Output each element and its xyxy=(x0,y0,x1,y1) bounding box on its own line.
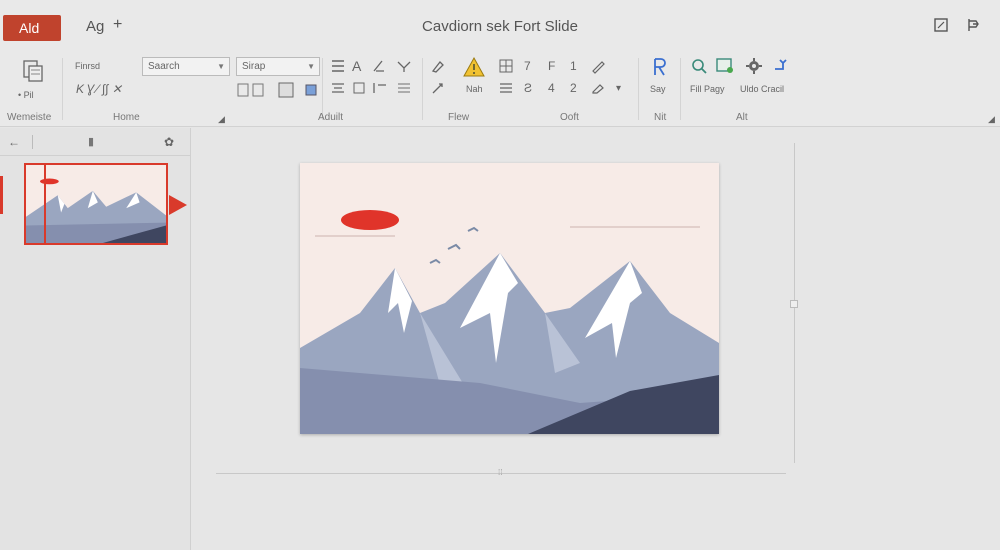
ruler-center-mark: ⁞⁞ xyxy=(498,468,503,477)
group-label-wemeiste: Wemeiste xyxy=(7,112,52,123)
gear-icon[interactable] xyxy=(745,57,763,78)
ribbon-separator xyxy=(422,58,423,120)
paste-caption: • Pil xyxy=(18,90,34,100)
ribbon-separator xyxy=(322,58,323,120)
search-dropdown[interactable]: Saarch ▼ xyxy=(142,57,230,76)
pencil-icon[interactable] xyxy=(590,58,606,77)
digit-two[interactable]: 2 xyxy=(570,81,577,95)
ribbon: • Pil Wemeiste Finrsd Saarch ▼ Sirap ▼ K Ɣ… xyxy=(0,52,1000,127)
ruler-handle[interactable] xyxy=(790,300,798,308)
sun-shape xyxy=(341,210,399,230)
warning-icon[interactable] xyxy=(462,56,486,81)
slide[interactable] xyxy=(300,163,719,434)
current-slide-arrow-icon xyxy=(169,195,187,215)
digit-six[interactable]: Ƨ xyxy=(524,81,532,95)
window-restore-icon[interactable] xyxy=(932,16,950,34)
thumbnail-toolbar: ← ▮ ✿ xyxy=(0,128,191,156)
toolbar-divider xyxy=(32,135,33,149)
group-label-flew: Flew xyxy=(448,112,470,123)
ribbon-separator xyxy=(638,58,639,120)
picture-icon[interactable] xyxy=(715,57,735,78)
ribbon-separator xyxy=(680,58,681,120)
group-label-nit: Nit xyxy=(654,112,667,123)
table-icon[interactable] xyxy=(498,58,514,77)
svg-text:A: A xyxy=(352,58,362,74)
pen-icon[interactable] xyxy=(430,80,446,99)
arrow-icon[interactable] xyxy=(772,57,790,78)
chevron-down-icon: ▼ xyxy=(307,62,315,71)
dialog-launcher-icon[interactable]: ◢ xyxy=(218,112,225,126)
select-cursor-icon[interactable] xyxy=(650,57,668,80)
chevron-down-icon: ▼ xyxy=(217,62,225,71)
slide-thumbnail-1[interactable] xyxy=(24,163,168,245)
font-label: Finrsd xyxy=(75,61,101,71)
digit-one[interactable]: 1 xyxy=(570,59,577,73)
list-icon[interactable] xyxy=(498,80,514,99)
thumbnail-mountain-image xyxy=(26,165,166,243)
paragraph-icons[interactable]: A xyxy=(330,58,420,77)
format-icons-row[interactable]: K Ɣ ⁄ ∫∫ ✕ xyxy=(76,82,122,96)
slide-thumbnails-pane: ← ▮ ✿ xyxy=(0,128,191,550)
slide-editing-canvas[interactable]: ⁞⁞ xyxy=(192,128,1000,550)
document-title: Cavdiorn sek Fort Slide xyxy=(422,18,578,35)
search-dropdown-value: Saarch xyxy=(148,61,180,72)
brush-icon[interactable] xyxy=(430,58,446,77)
window-pin-icon[interactable] xyxy=(964,16,982,34)
menu-icon[interactable]: ▮ xyxy=(88,135,94,149)
group-label-home: Home xyxy=(113,112,140,123)
digit-five[interactable]: F xyxy=(548,59,555,73)
digit-seven[interactable]: 7 xyxy=(524,59,531,73)
title-bar: Ald Ag + Cavdiorn sek Fort Slide xyxy=(0,0,1000,52)
digit-four[interactable]: 4 xyxy=(548,81,555,95)
size-dropdown-value: Sirap xyxy=(242,61,266,72)
group-label-ooft: Ooft xyxy=(560,112,579,123)
paste-icon[interactable] xyxy=(20,58,46,87)
active-slide-indicator xyxy=(0,176,3,214)
expand-icon[interactable]: ✿ xyxy=(164,135,174,149)
ribbon-separator xyxy=(62,58,63,120)
undo-caption: Uldo Cracil xyxy=(740,84,785,94)
thumbnail-number-gutter xyxy=(26,165,46,243)
size-dropdown[interactable]: Sirap ▼ xyxy=(236,57,320,76)
group-label-aduilt: Aduilt xyxy=(318,112,344,123)
font-style-icons[interactable] xyxy=(236,82,320,102)
mountain-illustration xyxy=(300,163,719,434)
eraser-icon[interactable] xyxy=(590,80,606,99)
group-label-alt: Alt xyxy=(736,112,748,123)
zoom-icon[interactable] xyxy=(690,57,708,78)
say-caption: Say xyxy=(650,84,666,94)
back-icon[interactable]: ← xyxy=(8,135,20,149)
warning-caption: Nah xyxy=(466,84,483,94)
fill-caption: Fill Pagy xyxy=(690,84,725,94)
align-icons[interactable] xyxy=(330,80,420,99)
dialog-launcher-icon[interactable]: ◢ xyxy=(988,112,995,126)
more-dropdown-icon[interactable]: ▾ xyxy=(616,82,621,96)
